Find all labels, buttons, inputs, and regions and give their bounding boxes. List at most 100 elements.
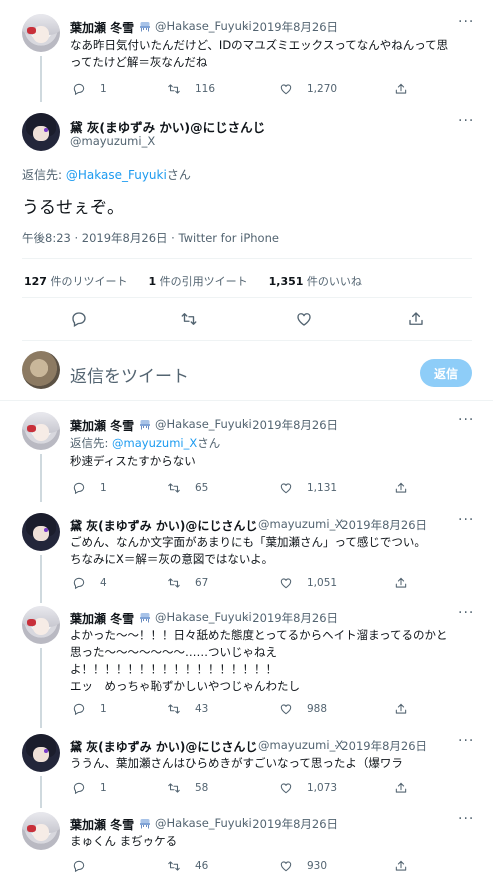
chair-emoji-icon	[139, 818, 151, 829]
like-action[interactable]: 1,131	[279, 481, 337, 495]
share-icon	[394, 576, 408, 590]
avatar[interactable]	[22, 351, 60, 389]
author-name[interactable]: 葉加瀬 冬雪	[70, 19, 134, 36]
tweet-date[interactable]: · 2019年8月26日	[245, 816, 338, 832]
chair-emoji-icon	[139, 612, 151, 623]
more-options-icon[interactable]: ···	[458, 811, 474, 827]
divider	[0, 400, 493, 401]
author-handle[interactable]: @Hakase_Fuyuki	[155, 610, 252, 624]
more-options-icon[interactable]: ···	[458, 14, 474, 30]
reply-action[interactable]	[70, 310, 88, 328]
like-action[interactable]	[295, 310, 313, 328]
reply-action[interactable]: 4	[72, 576, 107, 590]
retweet-stat[interactable]: 127 件のリツイート	[24, 275, 127, 288]
retweet-count: 58	[195, 782, 209, 794]
avatar[interactable]	[22, 812, 60, 850]
author-handle[interactable]: @Hakase_Fuyuki	[155, 19, 252, 33]
author-handle[interactable]: @mayuzumi_X	[258, 738, 343, 752]
like-action[interactable]: 1,073	[279, 781, 337, 795]
divider	[22, 297, 472, 298]
avatar[interactable]	[22, 412, 60, 450]
reply-action[interactable]: 1	[72, 702, 107, 716]
tweet-text-line: 秒速ディスたすからない	[70, 454, 196, 468]
reply-action[interactable]: 1	[72, 82, 107, 96]
reply-icon	[72, 82, 86, 96]
retweet-action[interactable]: 43	[167, 702, 208, 716]
retweet-icon	[167, 702, 181, 716]
avatar[interactable]	[22, 734, 60, 772]
retweet-action[interactable]: 65	[167, 481, 208, 495]
like-count: 988	[307, 703, 328, 715]
more-options-icon[interactable]: ···	[458, 605, 474, 621]
tweet-date[interactable]: · 2019年8月26日	[334, 738, 427, 754]
heart-icon	[279, 481, 293, 495]
retweet-action[interactable]: 46	[167, 859, 208, 873]
retweet-action[interactable]: 58	[167, 781, 208, 795]
like-action[interactable]: 1,270	[279, 82, 337, 96]
more-options-icon[interactable]: ···	[458, 412, 474, 428]
share-icon	[394, 481, 408, 495]
reply-action[interactable]: 1	[72, 481, 107, 495]
retweet-action[interactable]: 67	[167, 576, 208, 590]
tweet-text-line: よ！！！！！！！！！！！！！！！！！	[70, 662, 277, 676]
more-options-icon[interactable]: ···	[458, 113, 474, 129]
avatar[interactable]	[22, 513, 60, 551]
reply-action[interactable]	[72, 859, 100, 873]
retweet-count: 46	[195, 860, 209, 872]
like-action[interactable]: 1,051	[279, 576, 337, 590]
reply-action[interactable]: 1	[72, 781, 107, 795]
reply-input[interactable]: 返信をツイート	[70, 362, 189, 387]
reply-icon	[72, 576, 86, 590]
share-action[interactable]	[407, 310, 425, 328]
share-action[interactable]	[394, 576, 408, 590]
share-icon	[394, 702, 408, 716]
more-options-icon[interactable]: ···	[458, 512, 474, 528]
avatar[interactable]	[22, 606, 60, 644]
share-action[interactable]	[394, 702, 408, 716]
thread-line	[40, 648, 42, 728]
thread-line	[40, 776, 42, 808]
share-action[interactable]	[394, 481, 408, 495]
author-handle[interactable]: @mayuzumi_X	[258, 517, 343, 531]
tweet-date[interactable]: · 2019年8月26日	[245, 19, 338, 35]
reply-icon	[72, 781, 86, 795]
reply-to-link[interactable]: @mayuzumi_X	[112, 436, 197, 450]
author-name[interactable]: 葉加瀬 冬雪	[70, 417, 134, 434]
retweet-action[interactable]	[180, 310, 198, 328]
more-options-icon[interactable]: ···	[458, 733, 474, 749]
tweet-text-line: まゅくん まぢゥケる	[70, 834, 178, 848]
author-handle[interactable]: @mayuzumi_X	[70, 134, 155, 148]
share-action[interactable]	[394, 859, 408, 873]
retweet-icon	[167, 481, 181, 495]
author-handle[interactable]: @Hakase_Fuyuki	[155, 816, 252, 830]
avatar[interactable]	[22, 113, 60, 151]
tweet-text-line: ううん、葉加瀬さんはひらめきがすごいなって思ったよ（爆ワラ	[70, 756, 403, 770]
author-name[interactable]: 黛 灰(まゆずみ かい)@にじさんじ	[70, 738, 257, 755]
quote-stat[interactable]: 1 件の引用ツイート	[148, 275, 247, 288]
like-stat[interactable]: 1,351 件のいいね	[269, 275, 362, 288]
author-handle[interactable]: @Hakase_Fuyuki	[155, 417, 252, 431]
author-name[interactable]: 葉加瀬 冬雪	[70, 610, 134, 627]
share-icon	[394, 859, 408, 873]
reply-count: 1	[100, 83, 107, 95]
reply-icon	[72, 481, 86, 495]
share-action[interactable]	[394, 781, 408, 795]
tweet-text-line: エッ めっちゃ恥ずかしいやつじゃんわたし	[70, 679, 300, 693]
tweet-date[interactable]: · 2019年8月26日	[245, 417, 338, 433]
tweet-date[interactable]: · 2019年8月26日	[245, 610, 338, 626]
retweet-action[interactable]: 116	[167, 82, 215, 96]
like-action[interactable]: 930	[279, 859, 327, 873]
reply-button[interactable]: 返信	[420, 359, 472, 387]
reply-icon	[72, 702, 86, 716]
tweet-meta[interactable]: 午後8:23 · 2019年8月26日 · Twitter for iPhone	[22, 230, 279, 246]
author-name[interactable]: 葉加瀬 冬雪	[70, 816, 134, 833]
author-name[interactable]: 黛 灰(まゆずみ かい)@にじさんじ	[70, 517, 257, 534]
chair-emoji-icon	[139, 419, 151, 430]
tweet-date[interactable]: · 2019年8月26日	[334, 517, 427, 533]
reply-to-link[interactable]: @Hakase_Fuyuki	[66, 168, 167, 182]
stats-bar: 127 件のリツイート 1 件の引用ツイート 1,351 件のいいね	[24, 273, 362, 289]
avatar[interactable]	[22, 14, 60, 52]
like-action[interactable]: 988	[279, 702, 327, 716]
share-action[interactable]	[394, 82, 408, 96]
thread-line	[40, 56, 42, 102]
